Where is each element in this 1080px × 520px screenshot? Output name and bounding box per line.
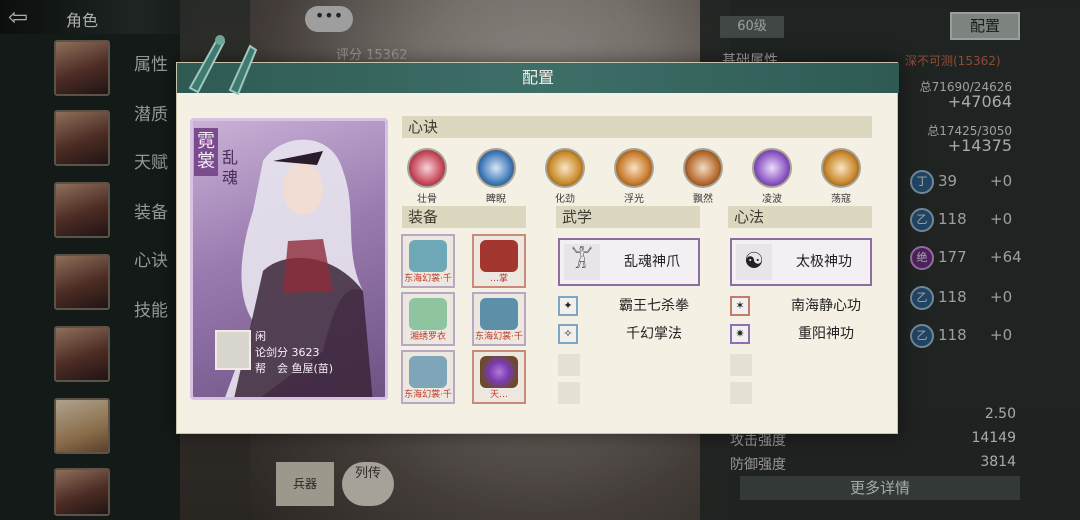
xinjue-skill[interactable]: 化劲 — [542, 148, 588, 205]
xinjue-skill-icon — [752, 148, 792, 188]
equipment-label: 东海幻裳·千 — [404, 390, 452, 400]
xinjue-skill-icon — [683, 148, 723, 188]
xinjue-header: 心诀 — [402, 116, 872, 138]
player-avatar — [215, 330, 251, 370]
player-score: 论剑分 3623 — [255, 346, 320, 359]
equipment-slot[interactable]: 湘绣罗衣 — [401, 292, 455, 346]
xinjue-skill-label: 壮骨 — [417, 194, 437, 205]
xinjue-skill-label: 睥睨 — [486, 194, 506, 205]
xinjue-skill-label: 飘然 — [693, 194, 713, 205]
equipment-slot[interactable]: …掌 — [472, 234, 526, 288]
xinfa-main-name: 太极神功 — [796, 254, 852, 270]
xinjue-skill[interactable]: 浮光 — [611, 148, 657, 205]
xinfa-sub-name: 南海静心功 — [791, 298, 861, 314]
character-sect: 乱魂 — [222, 148, 239, 187]
xinfa-sub-icon: ✶ — [730, 296, 750, 316]
wuxue-sub-slot[interactable]: ✧ 千幻掌法 — [558, 324, 708, 346]
xinjue-skill-label: 化劲 — [555, 194, 575, 205]
wuxue-main-slot[interactable]: 𓀠 乱魂神爪 — [558, 238, 700, 286]
equipment-art — [480, 240, 518, 272]
wuxue-header: 武学 — [556, 206, 700, 228]
equipment-slot[interactable]: 东海幻裳·千 — [401, 234, 455, 288]
empty-slot[interactable] — [558, 382, 580, 404]
xinjue-skill-icon — [614, 148, 654, 188]
empty-slot[interactable] — [730, 382, 752, 404]
wuxue-sub-icon: ✧ — [558, 324, 578, 344]
xinjue-skill[interactable]: 凌波 — [749, 148, 795, 205]
wuxue-sub-icon: ✦ — [558, 296, 578, 316]
xinjue-skill[interactable]: 荡寇 — [818, 148, 864, 205]
xinfa-sub-icon: ✷ — [730, 324, 750, 344]
wuxue-sub-name: 霸王七杀拳 — [619, 298, 689, 314]
modal-title: 配置 — [521, 68, 554, 87]
xinfa-header: 心法 — [728, 206, 872, 228]
equipment-art — [409, 356, 447, 388]
xinjue-skill-label: 浮光 — [624, 194, 644, 205]
xinfa-sub-slot[interactable]: ✶ 南海静心功 — [730, 296, 880, 318]
xinjue-skill-icon — [407, 148, 447, 188]
equipment-art — [409, 298, 447, 330]
equipment-art — [480, 356, 518, 388]
equipment-art — [409, 240, 447, 272]
equipment-label: …掌 — [489, 274, 508, 284]
xinjue-skill[interactable]: 睥睨 — [473, 148, 519, 205]
equipment-label: 湘绣罗衣 — [409, 332, 446, 342]
equipment-label: 天… — [489, 390, 508, 400]
xinjue-skill-icon — [821, 148, 861, 188]
equipment-header: 装备 — [402, 206, 526, 228]
equipment-slot[interactable]: 天… — [472, 350, 526, 404]
equipment-label: 东海幻裳·千 — [404, 274, 452, 284]
equipment-slot[interactable]: 东海幻裳·千 — [472, 292, 526, 346]
wuxue-main-name: 乱魂神爪 — [624, 254, 680, 270]
xinjue-skill-icon — [476, 148, 516, 188]
equipment-label: 东海幻裳·千 — [475, 332, 523, 342]
xinfa-sub-name: 重阳神功 — [798, 326, 854, 342]
equipment-art — [480, 298, 518, 330]
wuxue-main-icon: 𓀠 — [564, 244, 600, 280]
empty-slot[interactable] — [730, 354, 752, 376]
xinfa-main-slot[interactable]: ☯ 太极神功 — [730, 238, 872, 286]
xinjue-skill-icon — [545, 148, 585, 188]
xinjue-skill-label: 荡寇 — [831, 194, 851, 205]
xinjue-skill[interactable]: 飘然 — [680, 148, 726, 205]
wuxue-sub-name: 千幻掌法 — [626, 326, 682, 342]
xinfa-main-icon: ☯ — [736, 244, 772, 280]
xinjue-skill-label: 凌波 — [762, 194, 782, 205]
sword-ornament-icon — [188, 35, 258, 96]
xinjue-skill[interactable]: 壮骨 — [404, 148, 450, 205]
equipment-slot[interactable]: 东海幻裳·千 — [401, 350, 455, 404]
empty-slot[interactable] — [558, 354, 580, 376]
character-name: 霓裳 — [194, 128, 218, 176]
wuxue-sub-slot[interactable]: ✦ 霸王七杀拳 — [558, 296, 708, 318]
player-name: 闲 — [255, 330, 266, 343]
xinfa-sub-slot[interactable]: ✷ 重阳神功 — [730, 324, 880, 346]
player-guild: 帮 会 鱼屋(苗) — [255, 362, 334, 375]
